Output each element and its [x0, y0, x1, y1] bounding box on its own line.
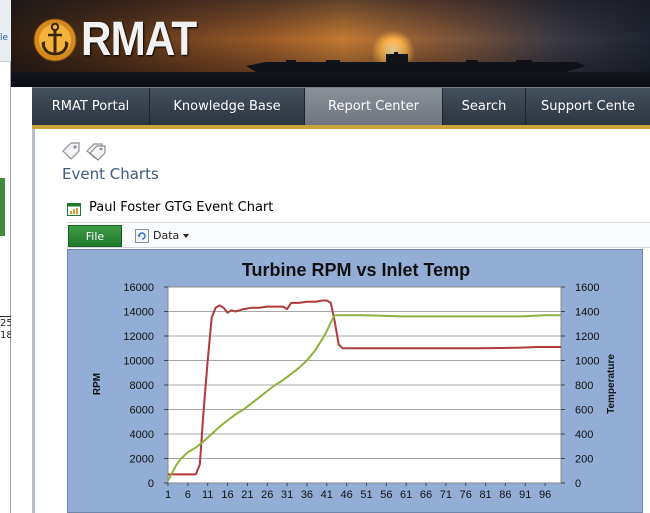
- y-tick-label: 14000: [123, 307, 154, 319]
- data-menu-button[interactable]: Data: [135, 226, 190, 246]
- y-tick-label: 8000: [130, 380, 154, 392]
- top-navigation: RMAT Portal Knowledge Base Report Center…: [32, 87, 650, 126]
- file-menu-button[interactable]: File: [68, 225, 122, 247]
- x-tick-label: 76: [460, 489, 472, 501]
- x-tick-label: 11: [202, 489, 213, 501]
- site-banner: RMAT: [11, 0, 650, 87]
- y2-tick-label: 1600: [575, 282, 599, 294]
- y2-tick-label: 1000: [575, 356, 599, 368]
- y2-axis-label: Temperature: [606, 354, 617, 414]
- y2-tick-label: 800: [575, 380, 593, 392]
- x-tick-label: 26: [261, 489, 273, 501]
- nav-item-knowledge-base[interactable]: Knowledge Base: [150, 88, 305, 126]
- chart-title: Turbine RPM vs Inlet Temp: [242, 260, 470, 280]
- tags-icon[interactable]: [86, 143, 106, 161]
- content-left-rule: [32, 129, 35, 513]
- y-tick-label: 10000: [123, 356, 154, 368]
- background-window-header: [0, 0, 11, 62]
- x-tick-label: 96: [539, 489, 551, 501]
- nav-item-report-center[interactable]: Report Center: [305, 88, 443, 126]
- x-tick-label: 51: [360, 489, 372, 501]
- x-tick-label: 36: [301, 489, 313, 501]
- chart-svg: Turbine RPM vs Inlet Temp RPM Temperatur…: [92, 260, 617, 501]
- y2-tick-label: 1200: [575, 331, 599, 343]
- y-tick-label: 4000: [130, 429, 154, 441]
- x-tick-label: 16: [221, 489, 233, 501]
- x-tick-label: 21: [241, 489, 253, 501]
- webpart-title: Paul Foster GTG Event Chart: [89, 200, 274, 215]
- screenshot-root: ie 25 18 RMAT RMAT Portal Knowledge Base…: [0, 0, 650, 513]
- y-tick-label: 6000: [130, 405, 154, 417]
- x-tick-label: 81: [479, 489, 491, 501]
- x-tick-label: 1: [165, 489, 171, 501]
- nav-item-rmat-portal[interactable]: RMAT Portal: [32, 88, 150, 126]
- x-tick-label: 66: [420, 489, 432, 501]
- nav-accent-bar: [32, 125, 650, 129]
- excel-toolbar: File Data: [67, 222, 650, 248]
- tag-icon[interactable]: [62, 142, 80, 160]
- x-tick-label: 91: [519, 489, 531, 501]
- chevron-down-icon: [183, 234, 190, 238]
- nav-item-search[interactable]: Search: [443, 88, 526, 126]
- x-tick-label: 86: [499, 489, 511, 501]
- y-tick-label: 2000: [130, 454, 154, 466]
- background-window-text: ie: [0, 33, 9, 43]
- anchor-icon: [33, 18, 77, 62]
- x-tick-label: 6: [185, 489, 191, 501]
- site-logo-text[interactable]: RMAT: [81, 12, 197, 68]
- y2-tick-label: 600: [575, 405, 593, 417]
- portal-window: RMAT RMAT Portal Knowledge Base Report C…: [11, 0, 650, 513]
- x-tick-label: 31: [281, 489, 293, 501]
- background-window-sliver: ie 25 18: [0, 0, 13, 513]
- x-tick-label: 46: [341, 489, 353, 501]
- y2-tick-label: 1400: [575, 307, 599, 319]
- x-tick-label: 41: [321, 489, 333, 501]
- background-window-rule: [0, 316, 11, 317]
- y-tick-label: 16000: [123, 282, 154, 294]
- excel-chart-icon: [67, 203, 81, 216]
- y-tick-label: 12000: [123, 331, 154, 343]
- x-tick-label: 61: [400, 489, 412, 501]
- tag-icons: [62, 142, 106, 161]
- page-title: Event Charts: [62, 165, 159, 183]
- background-window-bar: [0, 178, 5, 236]
- y2-tick-label: 400: [575, 429, 593, 441]
- data-menu-label: Data: [153, 229, 180, 242]
- y2-tick-label: 200: [575, 454, 593, 466]
- refresh-data-icon: [135, 229, 149, 243]
- y-tick-label: 0: [148, 478, 154, 490]
- chart-container: Turbine RPM vs Inlet Temp RPM Temperatur…: [67, 249, 643, 513]
- x-tick-label: 56: [380, 489, 392, 501]
- y-axis-label: RPM: [92, 373, 103, 395]
- nav-item-support-center[interactable]: Support Cente: [526, 88, 650, 126]
- x-tick-label: 71: [440, 489, 452, 501]
- y2-tick-label: 0: [575, 478, 581, 490]
